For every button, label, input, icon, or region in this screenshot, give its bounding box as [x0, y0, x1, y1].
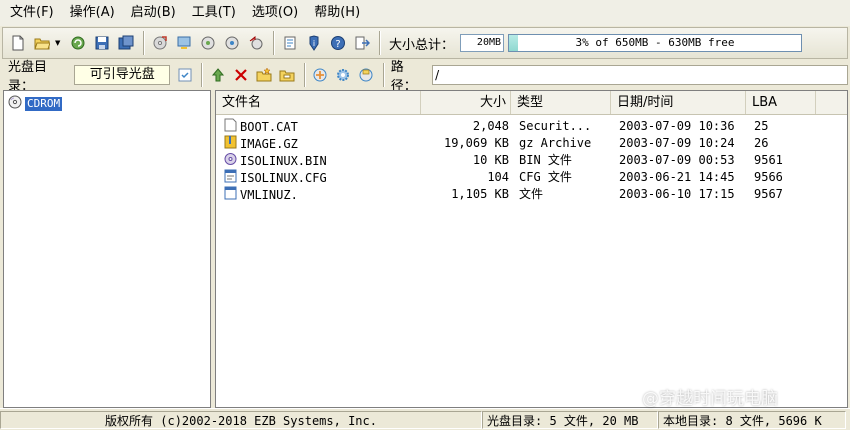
file-size: 10 KB	[472, 153, 509, 167]
file-type: CFG 文件	[519, 170, 572, 184]
menu-boot[interactable]: 启动(B)	[123, 0, 184, 26]
up-level-icon[interactable]	[207, 64, 228, 86]
file-date: 2003-06-10 17:15	[619, 187, 735, 201]
file-lba: 9561	[754, 153, 783, 167]
help-icon[interactable]: ?	[327, 32, 349, 54]
main-toolbar: ▼ i ? 大小总计： 20MB 3% of 650MB - 630MB fre…	[2, 27, 848, 59]
extract-to-icon[interactable]	[356, 64, 377, 86]
file-size: 1,105 KB	[451, 187, 509, 201]
toolbar-separator	[201, 63, 204, 87]
file-size: 2,048	[472, 119, 509, 133]
menu-help[interactable]: 帮助(H)	[306, 0, 368, 26]
column-header-date[interactable]: 日期/时间	[611, 91, 746, 114]
file-lba: 25	[754, 119, 769, 133]
burn-icon[interactable]	[149, 32, 171, 54]
rename-icon[interactable]	[276, 64, 297, 86]
toolbar-separator	[379, 31, 381, 55]
file-name: VMLINUZ.	[240, 188, 298, 202]
file-type: BIN 文件	[519, 153, 572, 167]
new-folder-icon[interactable]	[253, 64, 274, 86]
file-name: ISOLINUX.BIN	[240, 154, 327, 168]
column-header-lba[interactable]: LBA	[746, 91, 816, 114]
file-type: gz Archive	[519, 136, 592, 150]
toolbar-separator	[143, 31, 145, 55]
toolbar-separator	[303, 63, 306, 87]
toolbar-separator	[273, 31, 275, 55]
open-icon[interactable]	[31, 32, 53, 54]
settings-gear-icon[interactable]	[333, 64, 354, 86]
local-stats: 本地目录: 8 文件, 5696 K	[658, 410, 846, 429]
svg-text:i: i	[313, 39, 315, 48]
file-date: 2003-06-21 14:45	[619, 170, 735, 184]
tree-root-label: CDROM	[25, 96, 63, 111]
file-lba: 26	[754, 136, 769, 150]
column-header-name[interactable]: 文件名	[216, 91, 421, 114]
generic-file-icon	[224, 186, 237, 205]
location-bar: 光盘目录： 可引导光盘 路径： /	[2, 60, 849, 94]
file-lba: 9567	[754, 187, 783, 201]
menu-bar: 文件(F) 操作(A) 启动(B) 工具(T) 选项(O) 帮助(H)	[0, 0, 850, 26]
menu-action[interactable]: 操作(A)	[62, 0, 123, 26]
mount-icon[interactable]	[173, 32, 195, 54]
properties-icon[interactable]	[279, 32, 301, 54]
file-type: Securit...	[519, 119, 592, 133]
file-size: 19,069 KB	[443, 136, 509, 150]
tree-item-cdrom[interactable]: CDROM	[8, 95, 63, 112]
directory-tree-panel: CDROM	[3, 90, 211, 408]
status-bar: 版权所有 (c)2002-2018 EZB Systems, Inc. 光盘目录…	[0, 408, 850, 430]
menu-file[interactable]: 文件(F)	[2, 0, 62, 26]
open-dropdown-icon[interactable]: ▼	[55, 39, 63, 47]
refresh-icon[interactable]	[67, 32, 89, 54]
file-row[interactable]: VMLINUZ. 1,105 KB 文件 2003-06-10 17:15 95…	[216, 186, 847, 205]
file-date: 2003-07-09 10:36	[619, 119, 735, 133]
file-list-panel: 文件名 大小 类型 日期/时间 LBA BOOT.CAT 2,048 Secur…	[215, 90, 848, 408]
delete-icon[interactable]	[230, 64, 251, 86]
cd-disc-icon	[8, 95, 22, 112]
file-lba: 9566	[754, 170, 783, 184]
size-total-label: 大小总计：	[389, 37, 455, 53]
add-files-icon[interactable]	[310, 64, 331, 86]
file-name: ISOLINUX.CFG	[240, 171, 327, 185]
volume-label-field[interactable]: 可引导光盘	[74, 65, 171, 85]
convert-icon[interactable]	[245, 32, 267, 54]
save-as-icon[interactable]	[115, 32, 137, 54]
file-name: IMAGE.GZ	[240, 137, 298, 151]
menu-tools[interactable]: 工具(T)	[184, 0, 244, 26]
disc-size-select[interactable]: 20MB	[460, 34, 505, 52]
toolbar-separator	[382, 63, 385, 87]
capacity-text: 3% of 650MB - 630MB free	[575, 36, 735, 49]
info-icon[interactable]: i	[303, 32, 325, 54]
file-row[interactable]: IMAGE.GZ 19,069 KB gz Archive 2003-07-09…	[216, 135, 847, 152]
file-list-header: 文件名 大小 类型 日期/时间 LBA	[216, 91, 847, 115]
svg-text:?: ?	[335, 39, 340, 50]
column-header-size[interactable]: 大小	[421, 91, 511, 114]
extract-icon[interactable]	[221, 32, 243, 54]
capacity-bar: 3% of 650MB - 630MB free	[508, 34, 803, 52]
column-header-type[interactable]: 类型	[511, 91, 611, 114]
exit-icon[interactable]	[351, 32, 373, 54]
disc-directory-label: 光盘目录：	[8, 60, 48, 94]
file-row[interactable]: ISOLINUX.CFG 104 CFG 文件 2003-06-21 14:45…	[216, 169, 847, 186]
save-icon[interactable]	[91, 32, 113, 54]
file-row[interactable]: BOOT.CAT 2,048 Securit... 2003-07-09 10:…	[216, 118, 847, 135]
volume-properties-icon[interactable]	[174, 64, 195, 86]
file-date: 2003-07-09 10:24	[619, 136, 735, 150]
watermark-text: @穿越时间玩电脑	[642, 389, 778, 409]
file-type: 文件	[519, 187, 544, 201]
disc-stats: 光盘目录: 5 文件, 20 MB	[482, 410, 658, 429]
file-size: 104	[487, 170, 509, 184]
file-date: 2003-07-09 00:53	[619, 153, 735, 167]
path-label: 路径：	[390, 60, 417, 94]
copyright-text: 版权所有 (c)2002-2018 EZB Systems, Inc.	[0, 410, 482, 429]
path-field[interactable]: /	[432, 65, 849, 85]
file-row[interactable]: ISOLINUX.BIN 10 KB BIN 文件 2003-07-09 00:…	[216, 152, 847, 169]
file-name: BOOT.CAT	[240, 120, 298, 134]
new-icon[interactable]	[7, 32, 29, 54]
menu-options[interactable]: 选项(O)	[244, 0, 306, 26]
compress-icon[interactable]	[197, 32, 219, 54]
